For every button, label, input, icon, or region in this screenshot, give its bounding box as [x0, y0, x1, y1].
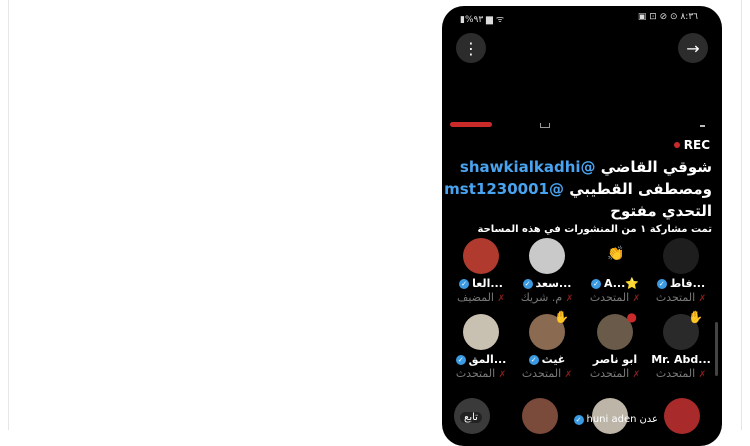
speaker-card[interactable]: ✓ العا... ✗ المضيف — [448, 238, 514, 304]
phone-screenshot: ▮%٩٣ ▆ ᯤ ▣ ⊡ ⊘ ⊙ ٨:٣٦ ⋮ → REC شوقي القاض… — [442, 6, 722, 446]
bottom-speakers-row: تابع ✓ huni aden عدن — [442, 392, 722, 446]
speaker-name: سعد... — [535, 277, 572, 290]
mic-off-icon: ✗ — [632, 294, 641, 304]
fragment-dash — [700, 125, 705, 127]
verified-icon: ✓ — [455, 354, 466, 365]
speaker-name: A...⭐ — [604, 277, 639, 290]
speaker-role: المتحدث — [589, 367, 630, 380]
avatar: ● — [597, 310, 637, 350]
forward-button[interactable]: → — [678, 33, 708, 63]
speaker-name: Mr. Abd... — [651, 353, 711, 366]
live-badge-icon: ● — [626, 310, 637, 324]
speaker-card[interactable]: 👏 ✓ A...⭐ ✗ المتحدث — [582, 238, 648, 304]
avatar — [463, 238, 499, 274]
title-line-1: شوقي القاضي @shawkialkadhi — [444, 156, 712, 178]
bottom-handle-text: huni aden — [586, 414, 637, 425]
rec-dot-icon — [673, 142, 680, 148]
speaker-card[interactable]: ✋ ✓ غيث ✗ المتحدث — [514, 310, 580, 380]
avatar — [529, 238, 565, 274]
verified-icon: ✓ — [656, 278, 667, 289]
title-line-3: التحدي مفتوح — [610, 202, 712, 220]
mic-off-icon: ✗ — [564, 370, 573, 380]
speaker-role: المتحدث — [455, 367, 496, 380]
speaker-name: العا... — [472, 277, 503, 290]
speaker-role: المتحدث — [655, 367, 696, 380]
red-fragment — [450, 122, 492, 127]
bottom-arabic-tag: عدن — [639, 414, 658, 425]
mic-off-icon: ✗ — [698, 294, 707, 304]
menu-button[interactable]: ⋮ — [456, 33, 486, 63]
speaker-role: المتحدث — [655, 291, 696, 304]
mic-off-icon: ✗ — [497, 294, 506, 304]
verified-icon: ✓ — [591, 278, 602, 289]
fragment-icon — [540, 123, 550, 128]
handle-link-2[interactable]: @mst1230001 — [444, 180, 564, 198]
speaker-role: المضيف — [456, 291, 494, 304]
verified-icon: ✓ — [573, 414, 584, 425]
status-battery: ▮%٩٣ ▆ ᯤ — [460, 15, 505, 25]
raised-hand-icon: ✋ — [554, 310, 569, 324]
title-name-2: ومصطفى القطيبي — [569, 180, 712, 198]
arrow-right-icon: → — [686, 38, 700, 58]
speaker-role: المتحدث — [589, 291, 630, 304]
avatar — [522, 398, 558, 434]
avatar: ✋ — [529, 310, 569, 350]
mic-off-icon: ✗ — [565, 294, 574, 304]
handle-link-1[interactable]: @shawkialkadhi — [460, 158, 596, 176]
right-frame-line — [741, 0, 742, 430]
verified-icon: ✓ — [522, 278, 533, 289]
verified-icon: ✓ — [528, 354, 539, 365]
scrollbar[interactable] — [715, 322, 718, 376]
speaker-card[interactable]: ● ابو ناصر ✗ المتحدث — [582, 310, 648, 380]
title-name-1: شوقي القاضي — [600, 158, 712, 176]
rec-label: REC — [683, 138, 710, 152]
speaker-role: م. شريك — [520, 291, 563, 304]
recording-indicator: REC — [673, 138, 710, 152]
bottom-handle[interactable]: ✓ huni aden عدن — [573, 414, 658, 425]
clapping-emoji-icon: 👏 — [607, 246, 625, 262]
avatar: 👏 — [597, 238, 633, 274]
space-title: شوقي القاضي @shawkialkadhi ومصطفى القطيب… — [444, 156, 712, 222]
speaker-card[interactable]: ✓ فاط... ✗ المتحدث — [648, 238, 714, 304]
status-bar: ▮%٩٣ ▆ ᯤ ▣ ⊡ ⊘ ⊙ ٨:٣٦ — [442, 8, 722, 26]
cropped-top-row — [442, 118, 722, 132]
verified-icon: ✓ — [459, 278, 470, 289]
speaker-role: المتحدث — [521, 367, 562, 380]
follow-button[interactable]: تابع — [460, 412, 482, 423]
avatar — [463, 314, 499, 350]
speaker-name: المق... — [468, 353, 507, 366]
raised-hand-icon: ✋ — [688, 310, 703, 324]
avatar — [663, 238, 699, 274]
speaker-name: فاط... — [669, 277, 706, 290]
mic-off-icon: ✗ — [632, 370, 641, 380]
avatar: ✋ — [663, 310, 703, 350]
mic-off-icon: ✗ — [498, 370, 507, 380]
speaker-card[interactable]: ✋ Mr. Abd... ✗ المتحدث — [648, 310, 714, 380]
mic-off-icon: ✗ — [698, 370, 707, 380]
avatar — [664, 398, 700, 434]
speaker-card[interactable]: ✓ سعد... ✗ م. شريك — [514, 238, 580, 304]
title-line-2: ومصطفى القطيبي @mst1230001 — [444, 178, 712, 200]
speaker-name: ابو ناصر — [592, 353, 638, 366]
status-time: ▣ ⊡ ⊘ ⊙ ٨:٣٦ — [637, 12, 698, 22]
speaker-card[interactable]: ✓ المق... ✗ المتحدث — [448, 314, 514, 380]
shared-posts-note[interactable]: تمت مشاركة ١ من المنشورات في هذه المساحة — [477, 224, 712, 235]
speaker-name: غيث — [541, 353, 566, 366]
left-frame-line — [8, 0, 9, 430]
vertical-dots-icon: ⋮ — [463, 38, 479, 58]
